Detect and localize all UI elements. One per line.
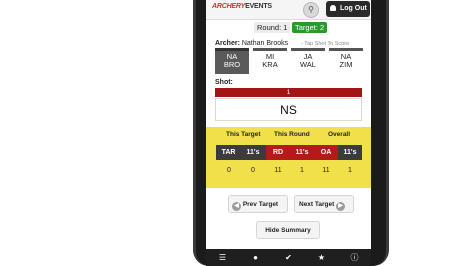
prev-target-label: Prev Target: [242, 201, 279, 208]
summary-panel: This Target This Round Overall TAR 11's …: [206, 127, 371, 188]
archer-label: Archer:: [215, 40, 240, 47]
prev-target-button[interactable]: ◀ Prev Target: [228, 195, 288, 213]
archer-tile-line2: BRO: [223, 60, 241, 69]
cell-oa-11s: 11's: [343, 149, 357, 156]
shot-number-bar[interactable]: 1: [215, 88, 362, 97]
archer-tile-1[interactable]: NA BRO: [215, 48, 249, 74]
archer-selector: NA BRO MI KRA JA WAL NA ZIM: [215, 48, 363, 74]
top-bar: ARCHERYEVENTS ⚲ Log Out: [206, 0, 371, 20]
app-logo: ARCHERYEVENTS: [212, 3, 272, 10]
cell-rd-11s: 11's: [290, 145, 314, 160]
user-icon[interactable]: ●: [239, 249, 272, 266]
value-oa-11s: 1: [348, 167, 352, 174]
arrow-right-icon: ▶: [336, 202, 346, 211]
value-tar: 0: [227, 167, 231, 174]
list-icon[interactable]: ☰: [206, 249, 239, 266]
cell-tar: TAR: [221, 149, 236, 156]
value-rd-11s: 1: [300, 167, 304, 174]
archer-tile-line2: KRA: [262, 60, 278, 69]
shot-score-box[interactable]: NS: [215, 98, 362, 121]
hide-summary-button[interactable]: Hide Summary: [256, 221, 320, 239]
value-tar-11s: 0: [251, 167, 255, 174]
archer-tile-line2: WAL: [300, 60, 316, 69]
archer-tile-4[interactable]: NA ZIM: [329, 48, 363, 74]
logout-label: Log Out: [340, 5, 367, 12]
arrow-left-icon: ◀: [232, 202, 241, 211]
summary-values-row: 0 0 11 1 11 1: [216, 167, 362, 177]
logo-suffix: EVENTS: [245, 3, 272, 10]
value-oa: 11: [322, 167, 330, 174]
header-this-target: This Target: [226, 131, 261, 138]
search-icon[interactable]: ⚲: [303, 2, 319, 18]
shot-label: Shot:: [215, 79, 233, 86]
cell-oa: OA: [314, 145, 338, 160]
summary-label-row: TAR 11's RD 11's OA 11's: [216, 145, 362, 160]
user-icon: [330, 5, 336, 11]
target-badge: Target: 2: [292, 22, 328, 33]
header-this-round: This Round: [274, 131, 310, 138]
value-rd: 11: [274, 167, 282, 174]
info-icon[interactable]: ⓘ: [338, 249, 371, 266]
score-hint: - Tap Shot To Score: [301, 41, 350, 47]
cell-tar-11s: 11's: [246, 149, 260, 156]
archer-tile-2[interactable]: MI KRA: [253, 48, 287, 74]
archer-name-label: Archer: Nathan Brooks: [215, 40, 288, 47]
app-screen: ARCHERYEVENTS ⚲ Log Out Round: 1 Target:…: [206, 0, 371, 266]
archer-tile-3[interactable]: JA WAL: [291, 48, 325, 74]
logo-prefix: ARCHERY: [212, 3, 246, 10]
next-target-button[interactable]: Next Target ▶: [294, 195, 354, 213]
check-icon[interactable]: ✔: [272, 249, 305, 266]
archer-name: Nathan Brooks: [241, 40, 289, 47]
archer-tile-line2: ZIM: [339, 60, 353, 69]
logout-button[interactable]: Log Out: [326, 1, 370, 17]
header-overall: Overall: [328, 131, 351, 138]
bottom-tab-bar: ☰ ● ✔ ★ ⓘ: [206, 249, 371, 266]
round-badge: Round: 1: [254, 22, 291, 33]
next-target-label: Next Target: [299, 201, 335, 208]
cell-rd: RD: [266, 145, 290, 160]
star-icon[interactable]: ★: [305, 249, 338, 266]
